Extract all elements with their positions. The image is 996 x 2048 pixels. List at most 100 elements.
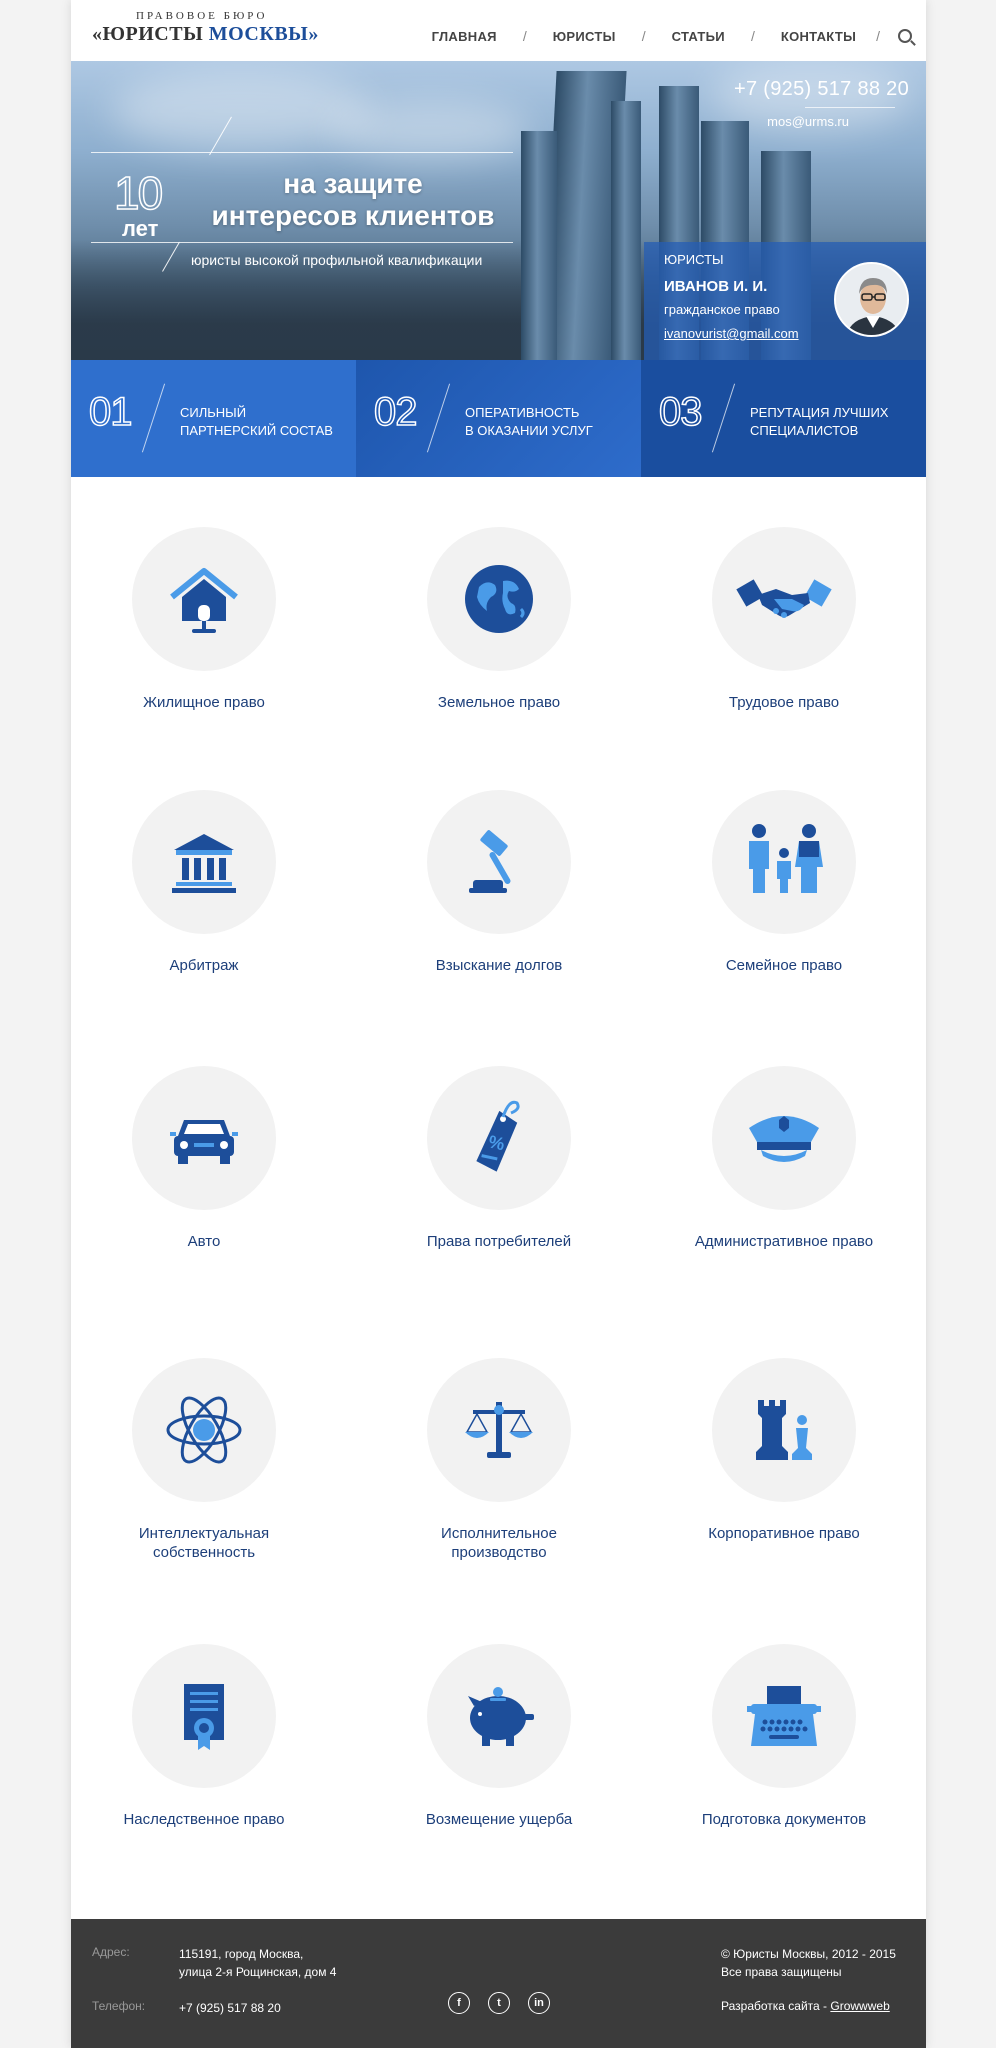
service-circle (712, 527, 856, 671)
service-label: Трудовое право (728, 694, 840, 711)
service-label: Арбитраж (169, 957, 239, 974)
logo-title: «ЮРИСТЫ МОСКВЫ» (92, 23, 319, 46)
service-label: Семейное право (725, 957, 843, 974)
twitter-icon[interactable]: t (488, 1992, 510, 2014)
chess-icon (756, 1400, 812, 1460)
service-auto[interactable]: Авто (79, 1066, 329, 1251)
nav-separator: / (641, 28, 646, 44)
service-circle (132, 1066, 276, 1210)
service-circle (132, 790, 276, 934)
service-labor-law[interactable]: Трудовое право (659, 527, 909, 712)
certificate-icon (184, 1684, 224, 1750)
skyscraper (521, 131, 557, 360)
house-icon (170, 568, 238, 633)
hero-contacts: +7 (925) 517 88 20 mos@urms.ru (734, 78, 909, 129)
service-label: Права потребителей (426, 1233, 572, 1250)
service-family-law[interactable]: Семейное право (659, 790, 909, 975)
service-label: Интеллектуальная собственность (79, 1524, 329, 1562)
hero-title-line1: на защите (283, 168, 423, 199)
gavel-icon (469, 830, 511, 893)
footer-address: 115191, город Москва, улица 2-я Рощинска… (179, 1945, 336, 1981)
service-housing-law[interactable]: Жилищное право (79, 527, 329, 712)
feature-text: РЕПУТАЦИЯ ЛУЧШИХ СПЕЦИАЛИСТОВ (750, 404, 888, 440)
feature-item: 01 СИЛЬНЫЙ ПАРТНЕРСКИЙ СОСТАВ (71, 360, 356, 477)
feature-line: ОПЕРАТИВНОСТЬ (465, 405, 580, 420)
decor-line (805, 107, 895, 108)
search-icon[interactable] (898, 29, 912, 43)
service-circle (712, 790, 856, 934)
service-label: Наследственное право (123, 1811, 285, 1828)
years-label: лет (122, 216, 159, 241)
nav-home[interactable]: ГЛАВНАЯ (432, 29, 497, 44)
service-label: Жилищное право (143, 694, 265, 711)
service-label: Взыскание долгов (435, 957, 563, 974)
hero-email[interactable]: mos@urms.ru (734, 114, 849, 129)
service-inheritance-law[interactable]: Наследственное право (79, 1644, 329, 1829)
nav-separator: / (522, 28, 527, 44)
service-consumer-rights[interactable]: % Права потребителей (374, 1066, 624, 1251)
linkedin-icon[interactable]: in (528, 1992, 550, 2014)
service-label: Подготовка документов (701, 1811, 867, 1828)
service-intellectual-property[interactable]: Интеллектуальная собственность (79, 1358, 329, 1562)
feature-number: 02 (373, 389, 418, 435)
footer-phone-key: Телефон: (92, 1999, 146, 2013)
services-grid: Жилищное право Земельное право Трудовое … (71, 477, 926, 1919)
service-corporate-law[interactable]: Корпоративное право (659, 1358, 909, 1543)
service-circle (712, 1358, 856, 1502)
service-circle (132, 1644, 276, 1788)
service-circle (712, 1644, 856, 1788)
social-links: f t in (448, 1992, 550, 2014)
footer-address-line: 115191, город Москва, (179, 1947, 304, 1961)
service-damage-compensation[interactable]: Возмещение ущерба (374, 1644, 624, 1829)
service-label-line: Исполнительное (441, 1525, 557, 1542)
service-circle (427, 1358, 571, 1502)
service-circle: % (427, 1066, 571, 1210)
hero-slogan: 10 лет на защите интересов клиентов юрис… (91, 111, 513, 331)
logo-title-right: МОСКВЫ» (208, 23, 319, 45)
logo[interactable]: ПРАВОВОЕ БЮРО «ЮРИСТЫ МОСКВЫ» (92, 10, 319, 46)
hero-phone[interactable]: +7 (925) 517 88 20 (734, 78, 909, 101)
footer-phone[interactable]: +7 (925) 517 88 20 (179, 1999, 281, 2017)
service-arbitration[interactable]: Арбитраж (79, 790, 329, 975)
feature-item: 02 ОПЕРАТИВНОСТЬ В ОКАЗАНИИ УСЛУГ (356, 360, 641, 477)
service-label: Земельное право (437, 694, 561, 711)
site-footer: Адрес: 115191, город Москва, улица 2-я Р… (71, 1919, 926, 2048)
nav-articles[interactable]: СТАТЬИ (672, 29, 725, 44)
service-label: Исполнительное производство (374, 1524, 624, 1562)
lawyer-card-label: ЮРИСТЫ (664, 252, 724, 267)
decor-slash (426, 383, 451, 453)
footer-address-key: Адрес: (92, 1945, 130, 1959)
service-land-law[interactable]: Земельное право (374, 527, 624, 712)
lawyer-specialty: гражданское право (664, 302, 780, 317)
scales-icon (465, 1402, 533, 1458)
nav-contacts[interactable]: КОНТАКТЫ (781, 29, 856, 44)
developer-label: Разработка сайта - (721, 1999, 828, 2013)
service-enforcement-proceedings[interactable]: Исполнительное производство (374, 1358, 624, 1562)
service-debt-collection[interactable]: Взыскание долгов (374, 790, 624, 975)
service-label: Корпоративное право (708, 1525, 860, 1542)
feature-line: РЕПУТАЦИЯ ЛУЧШИХ (750, 405, 889, 420)
decor-slash (141, 383, 166, 453)
nav-lawyers[interactable]: ЮРИСТЫ (553, 29, 616, 44)
atom-icon (166, 1396, 242, 1464)
service-circle (427, 790, 571, 934)
lawyer-avatar (834, 262, 909, 337)
service-circle (427, 527, 571, 671)
hero-subtitle: юристы высокой профильной квалификации (191, 252, 483, 268)
facebook-icon[interactable]: f (448, 1992, 470, 2014)
feature-number: 03 (658, 389, 703, 435)
service-document-preparation[interactable]: Подготовка документов (659, 1644, 909, 1829)
skyscraper (611, 101, 641, 360)
feature-item: 03 РЕПУТАЦИЯ ЛУЧШИХ СПЕЦИАЛИСТОВ (641, 360, 926, 477)
price-tag-icon: % (476, 1100, 520, 1172)
handshake-icon (736, 579, 832, 618)
feature-line: ПАРТНЕРСКИЙ СОСТАВ (180, 423, 333, 438)
service-administrative-law[interactable]: Административное право (659, 1066, 909, 1251)
feature-line: СИЛЬНЫЙ (180, 405, 247, 420)
developer-link[interactable]: Growwweb (830, 1999, 889, 2013)
nav-separator: / (876, 28, 880, 44)
service-label: Авто (187, 1233, 221, 1250)
lawyer-email[interactable]: ivanovurist@gmail.com (664, 326, 799, 341)
copyright-line: © Юристы Москвы, 2012 - 2015 (721, 1947, 896, 1961)
hero-title-line2: интересов клиентов (211, 200, 495, 231)
